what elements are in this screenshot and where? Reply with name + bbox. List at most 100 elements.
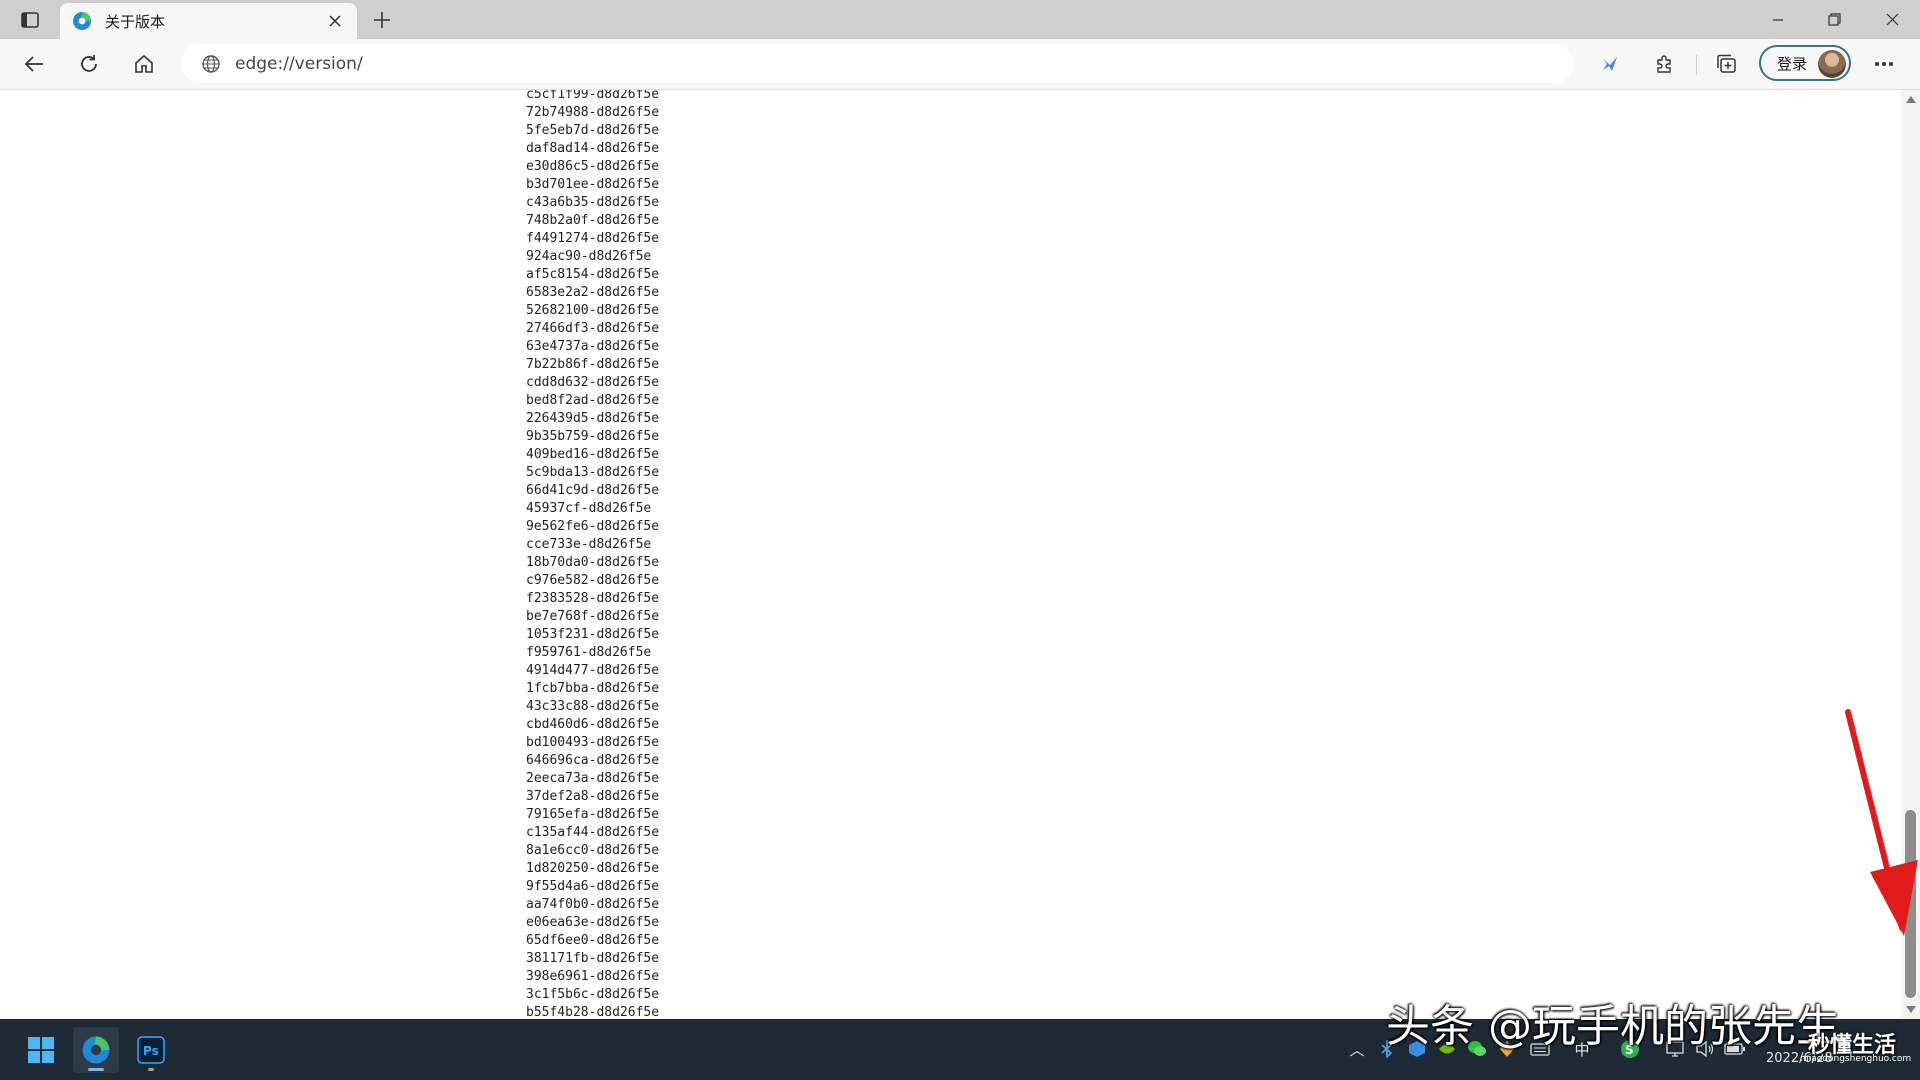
more-options-button[interactable] [1866,46,1902,82]
variation-id-item: 63e4737a-d8d26f5e [526,339,660,354]
extensions-button[interactable] [1646,46,1682,82]
tab-strip: 关于版本 [0,0,1920,39]
variation-id-item: 398e6961-d8d26f5e [526,969,660,984]
variation-id-item: cdd8d632-d8d26f5e [526,375,660,390]
variation-id-item: 72b74988-d8d26f5e [526,105,660,120]
edge-logo-icon [71,10,93,32]
back-button[interactable] [16,46,52,82]
variation-id-item: 52682100-d8d26f5e [526,303,660,318]
restore-button[interactable] [1806,0,1862,39]
toolbar-divider [1696,55,1697,75]
variation-id-item: b3d701ee-d8d26f5e [526,177,660,192]
browser-essentials-button[interactable] [1592,46,1628,82]
taskbar-edge-button[interactable] [73,1027,119,1073]
variation-id-item: c976e582-d8d26f5e [526,573,660,588]
photoshop-icon: Ps [137,1036,165,1064]
refresh-icon [81,55,97,72]
variation-id-item: c43a6b35-d8d26f5e [526,195,660,210]
minimize-icon [1773,18,1783,21]
new-tab-button[interactable] [366,5,398,35]
variation-id-item: 226439d5-d8d26f5e [526,411,660,426]
tab-actions-icon [21,12,39,28]
variation-id-item: 65df6ee0-d8d26f5e [526,933,660,948]
variation-id-item: 1fcb7bba-d8d26f5e [526,681,660,696]
variation-id-item: 381171fb-d8d26f5e [526,951,660,966]
essentials-icon [1603,57,1617,71]
variation-id-item: af5c8154-d8d26f5e [526,267,660,282]
collections-icon [1717,54,1736,73]
variation-id-item: e30d86c5-d8d26f5e [526,159,660,174]
sign-in-label: 登录 [1777,54,1808,73]
watermark-site-url: miaodongshenghuo.com [1800,1054,1912,1064]
variation-id-item: 5c9bda13-d8d26f5e [526,465,660,480]
home-button[interactable] [126,46,162,82]
tab-actions-button[interactable] [14,6,46,34]
svg-text:Ps: Ps [143,1044,159,1058]
variation-id-item: cce733e-d8d26f5e [526,537,652,552]
variation-id-item: f4491274-d8d26f5e [526,231,660,246]
variation-id-item: 18b70da0-d8d26f5e [526,555,660,570]
variation-id-item: 1d820250-d8d26f5e [526,861,660,876]
variation-id-item: aa74f0b0-d8d26f5e [526,897,660,912]
taskbar-photoshop-button[interactable]: Ps [128,1027,174,1073]
avatar [1818,50,1846,78]
browser-toolbar: edge://version/ 登录 [0,39,1920,90]
close-window-button[interactable] [1864,0,1920,39]
close-icon [329,15,341,27]
tab-active[interactable]: 关于版本 [60,3,357,39]
address-bar[interactable]: edge://version/ [181,44,1574,83]
variation-id-item: 9f55d4a6-d8d26f5e [526,879,660,894]
variation-id-item: 5fe5eb7d-d8d26f5e [526,123,660,138]
variation-id-item: bed8f2ad-d8d26f5e [526,393,660,408]
refresh-button[interactable] [71,46,107,82]
watermark-text: 头条 @玩手机的张先生 [1386,1001,1840,1052]
variation-id-item: daf8ad14-d8d26f5e [526,141,660,156]
variation-id-item: 27466df3-d8d26f5e [526,321,660,336]
plus-icon [374,12,390,28]
variation-id-item: 7b22b86f-d8d26f5e [526,357,660,372]
url-text[interactable]: edge://version/ [235,54,363,74]
puzzle-icon [1657,55,1671,73]
home-icon [135,54,153,73]
variation-id-item: 409bed16-d8d26f5e [526,447,660,462]
variation-id-item: b55f4b28-d8d26f5e [526,1005,660,1019]
variation-id-item: f959761-d8d26f5e [526,645,652,660]
variation-id-item: 66d41c9d-d8d26f5e [526,483,660,498]
windows-logo-icon [28,1037,54,1063]
variation-id-item: 2eeca73a-d8d26f5e [526,771,660,786]
chevron-up-icon[interactable]: ︿ [1345,1037,1369,1061]
variation-id-item: 6583e2a2-d8d26f5e [526,285,660,300]
variation-id-item: 9b35b759-d8d26f5e [526,429,660,444]
more-dots-icon [1875,62,1893,66]
variation-id-item: 9e562fe6-d8d26f5e [526,519,660,534]
collections-button[interactable] [1708,46,1744,82]
variation-id-item: 924ac90-d8d26f5e [526,249,652,264]
variation-id-item: cbd460d6-d8d26f5e [526,717,660,732]
variation-id-item: 3c1f5b6c-d8d26f5e [526,987,660,1002]
globe-icon[interactable] [199,52,223,76]
variation-id-item: be7e768f-d8d26f5e [526,609,660,624]
minimize-button[interactable] [1750,0,1806,39]
variation-id-item: e06ea63e-d8d26f5e [526,915,660,930]
scroll-down-arrow-icon[interactable] [1906,1006,1916,1013]
sign-in-button[interactable]: 登录 [1759,45,1851,81]
variation-id-item: 43c33c88-d8d26f5e [526,699,660,714]
variation-id-item: 748b2a0f-d8d26f5e [526,213,660,228]
variation-id-item: 1053f231-d8d26f5e [526,627,660,642]
back-arrow-icon [24,56,43,72]
edge-logo-icon [82,1036,110,1064]
variation-id-item: 646696ca-d8d26f5e [526,753,660,768]
start-button[interactable] [18,1027,64,1073]
variation-id-item: 37def2a8-d8d26f5e [526,789,660,804]
close-tab-button[interactable] [321,7,349,35]
variation-id-item: c135af44-d8d26f5e [526,825,660,840]
tab-title: 关于版本 [105,12,166,31]
variation-id-item: 8a1e6cc0-d8d26f5e [526,843,660,858]
variations-list: c5cf1f99-d8d26f5e 72b74988-d8d26f5e 5fe5eb… [526,90,659,1019]
variation-id-item: 4914d477-d8d26f5e [526,663,660,678]
variation-id-item: 45937cf-d8d26f5e [526,501,652,516]
running-indicator [148,1068,154,1071]
active-indicator [88,1068,104,1071]
red-annotation-arrow-icon [1845,709,1918,936]
scroll-up-arrow-icon[interactable] [1906,96,1916,103]
